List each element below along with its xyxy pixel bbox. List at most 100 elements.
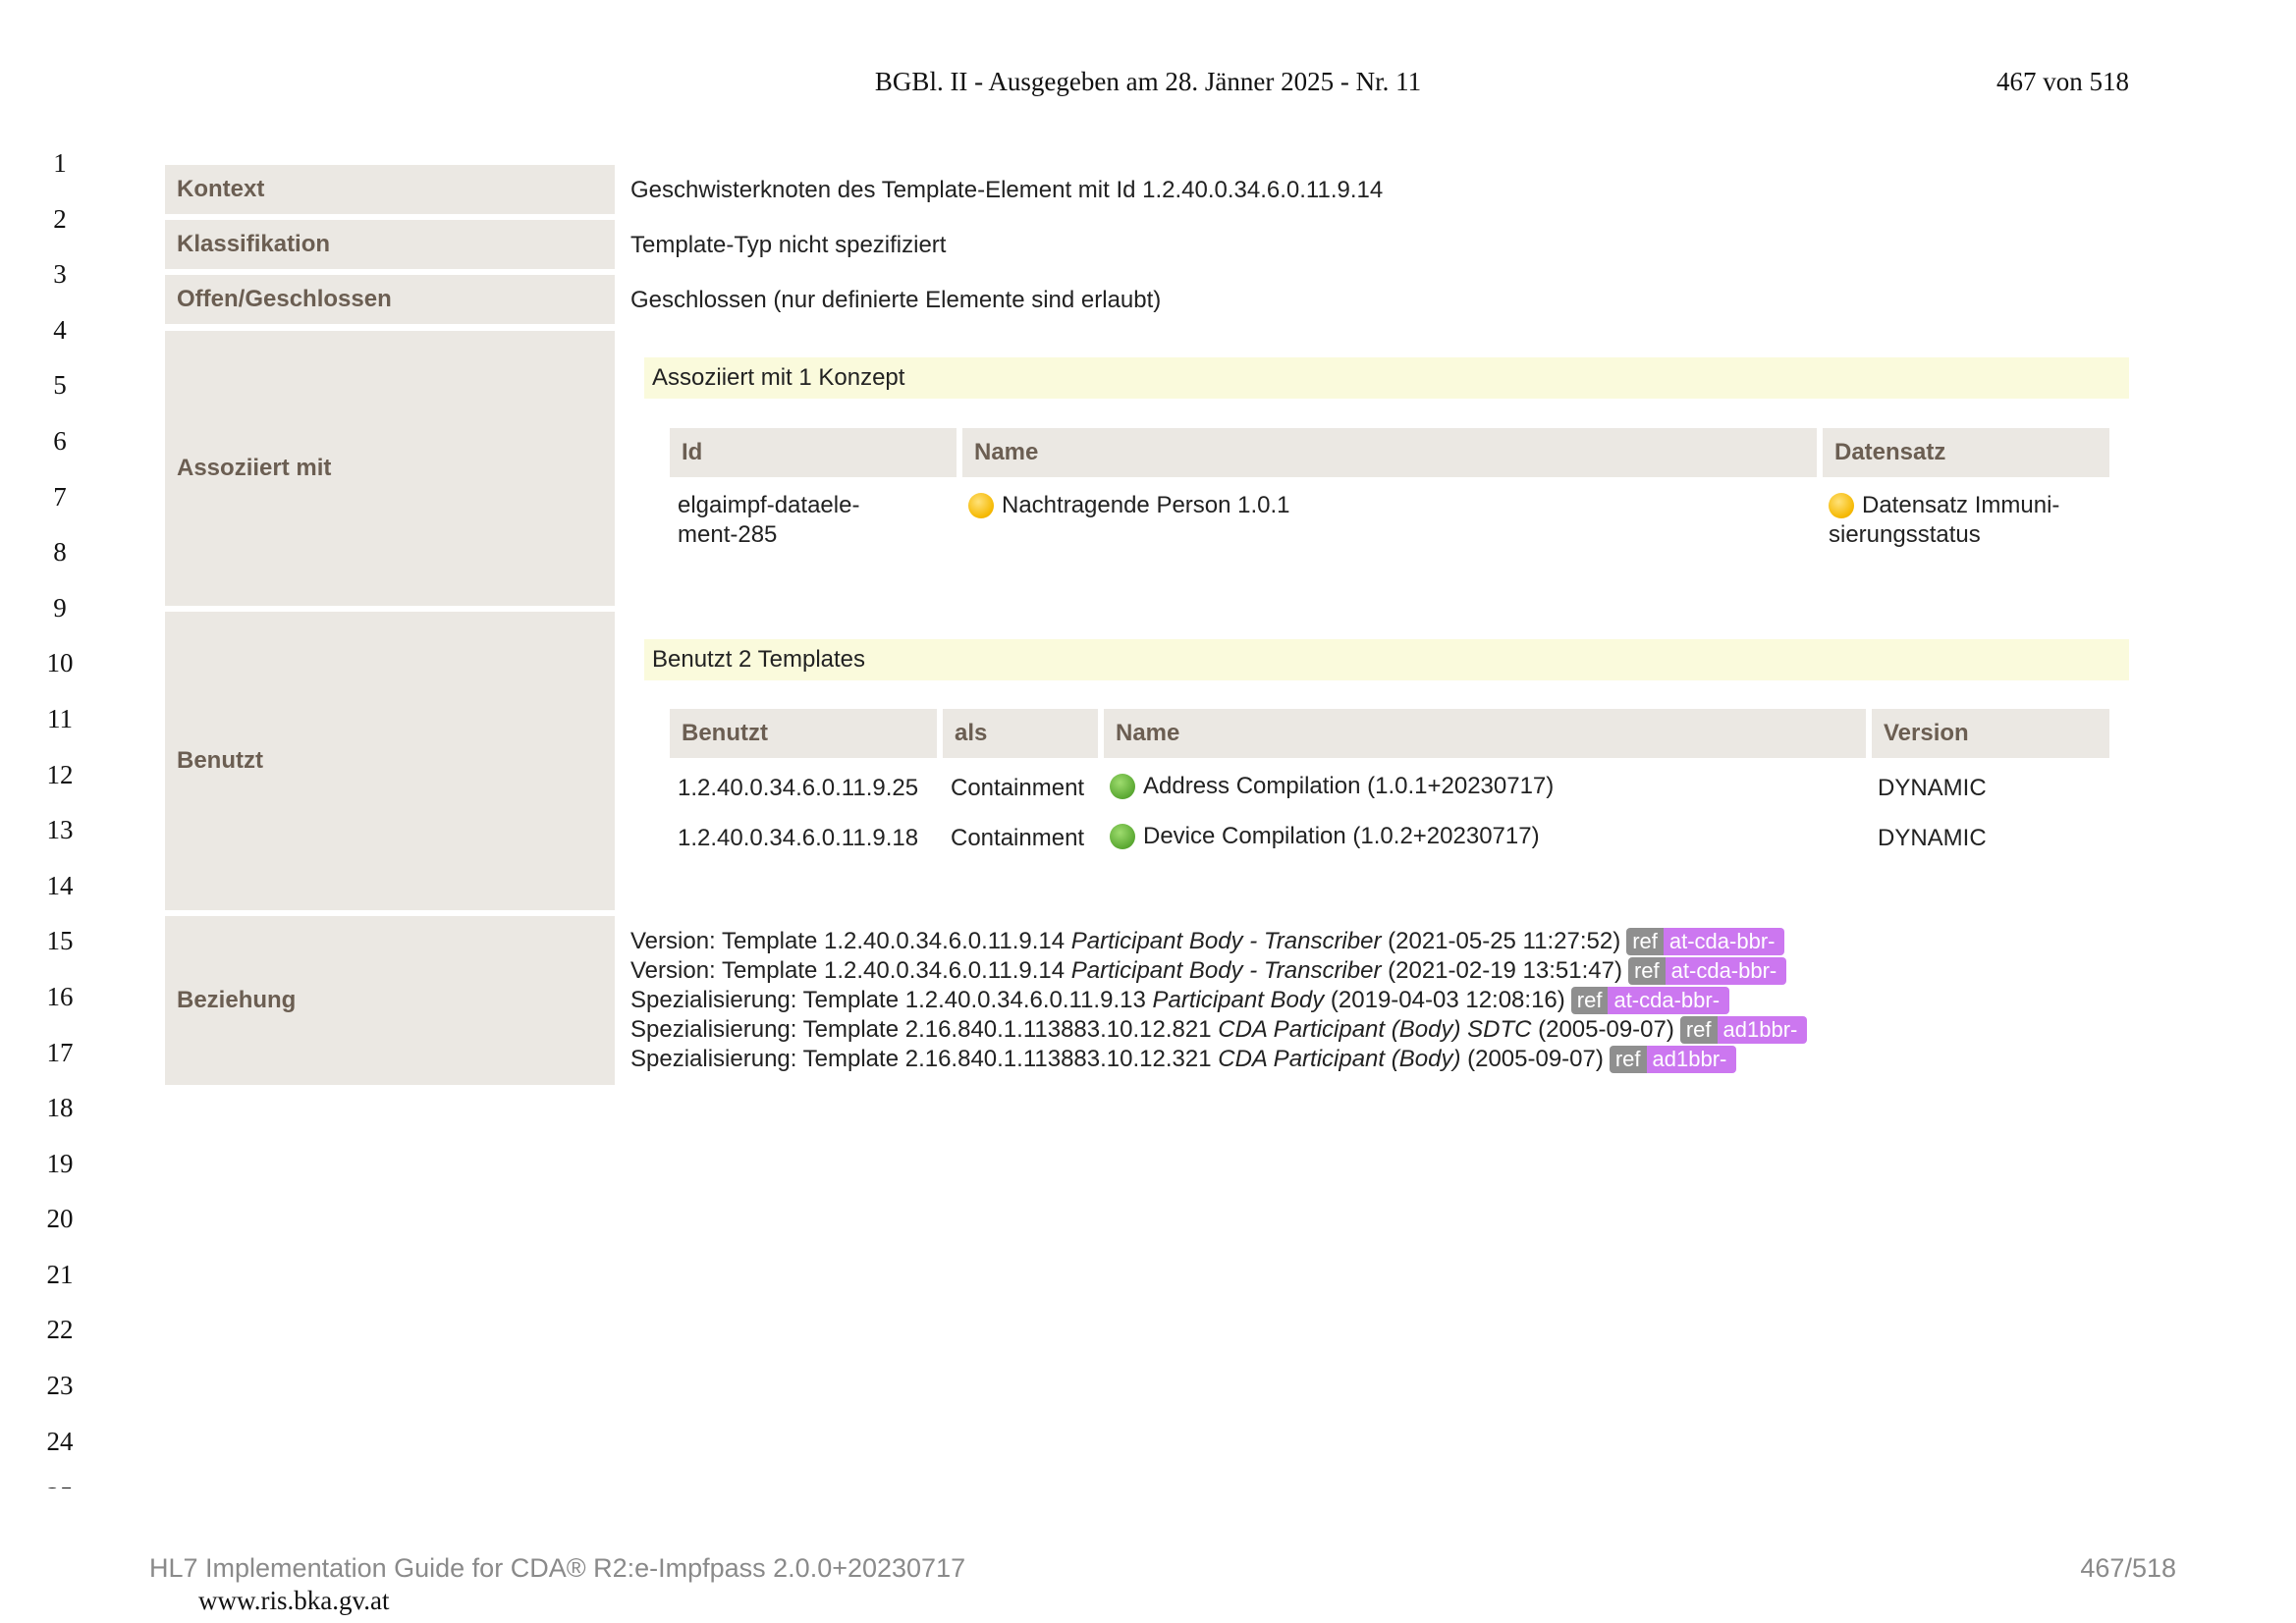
line-number: 10 xyxy=(46,648,74,678)
template-row-1-name: Address Compilation (1.0.1+20230717) xyxy=(1143,773,1555,799)
template-row-2-version: DYNAMIC xyxy=(1878,825,1987,851)
label-klassifikation: Klassifikation xyxy=(165,220,615,269)
relationship-date: (2019-04-03 12:08:16) xyxy=(1330,987,1565,1013)
line-number: 9 xyxy=(53,592,67,622)
page-header-title: BGBl. II - Ausgegeben am 28. Jänner 2025… xyxy=(874,67,1422,96)
banner-benutzt: Benutzt 2 Templates xyxy=(644,639,2129,680)
line-number: 18 xyxy=(46,1093,74,1123)
line-number: 15 xyxy=(46,926,74,956)
ref-badge[interactable]: ref xyxy=(1626,928,1664,955)
ref-badge[interactable]: ref xyxy=(1627,957,1666,985)
value-klassifikation: Template-Typ nicht spezifiziert xyxy=(630,232,947,258)
line-number: 25 xyxy=(35,1477,84,1488)
relationship-template-name: Participant Body - Transcriber xyxy=(1070,928,1382,954)
line-number: 23 xyxy=(46,1371,74,1401)
line-number: 1 xyxy=(53,148,67,178)
ref-tag[interactable]: ad1bbr- xyxy=(1646,1046,1737,1073)
line-number: 17 xyxy=(46,1037,74,1067)
relationship-date: (2005-09-07) xyxy=(1538,1016,1674,1043)
template-row-1-version: DYNAMIC xyxy=(1878,775,1987,801)
relationship-template-name: CDA Participant (Body) xyxy=(1218,1046,1461,1072)
line-number: 22 xyxy=(46,1315,74,1345)
template-row-1-id: 1.2.40.0.34.6.0.11.9.25 xyxy=(678,775,919,801)
relationship-prefix: Spezialisierung: Template 1.2.40.0.34.6.… xyxy=(630,987,1146,1013)
ref-tag[interactable]: ad1bbr- xyxy=(1717,1016,1808,1044)
relationship-prefix: Version: Template 1.2.40.0.34.6.0.11.9.1… xyxy=(630,957,1066,984)
footer-url[interactable]: www.ris.bka.gv.at xyxy=(198,1586,389,1616)
relationship-line: Spezialisierung: Template 2.16.840.1.113… xyxy=(630,1015,1808,1045)
value-offen-geschlossen: Geschlossen (nur definierte Elemente sin… xyxy=(630,287,1162,313)
line-number: 12 xyxy=(46,759,74,789)
ref-badge[interactable]: ref xyxy=(1609,1046,1647,1073)
relationship-template-name: Participant Body xyxy=(1152,987,1325,1013)
line-number: 5 xyxy=(53,370,67,401)
relationship-prefix: Spezialisierung: Template 2.16.840.1.113… xyxy=(630,1046,1212,1072)
label-offen-geschlossen: Offen/Geschlossen xyxy=(165,275,615,324)
template-row-2-id: 1.2.40.0.34.6.0.11.9.18 xyxy=(678,825,919,851)
th-name: Name xyxy=(962,428,1817,477)
relationship-date: (2021-02-19 13:51:47) xyxy=(1388,957,1622,984)
line-number: 13 xyxy=(46,815,74,845)
th-template-name: Name xyxy=(1104,709,1866,758)
line-number: 6 xyxy=(53,425,67,456)
relationship-template-name: Participant Body - Transcriber xyxy=(1070,957,1382,984)
concept-id-line2: ment-285 xyxy=(678,521,778,548)
line-number: 11 xyxy=(47,703,73,733)
relationship-line: Version: Template 1.2.40.0.34.6.0.11.9.1… xyxy=(630,956,1787,986)
value-kontext: Geschwisterknoten des Template-Element m… xyxy=(630,177,1384,203)
ref-badge[interactable]: ref xyxy=(1679,1016,1718,1044)
line-numbers: 1234567891011121314151617181920212223242… xyxy=(35,143,84,1488)
ref-tag[interactable]: at-cda-bbr- xyxy=(1665,957,1787,985)
label-assoziiert-mit: Assoziiert mit xyxy=(165,331,615,606)
line-number: 24 xyxy=(46,1426,74,1456)
relationship-line: Version: Template 1.2.40.0.34.6.0.11.9.1… xyxy=(630,927,1785,956)
label-beziehung: Beziehung xyxy=(165,916,615,1085)
ref-tag[interactable]: at-cda-bbr- xyxy=(1608,987,1730,1014)
page-header-number: 467 von 518 xyxy=(1996,67,2129,96)
line-number: 16 xyxy=(46,981,74,1011)
template-row-1-als: Containment xyxy=(951,775,1085,801)
label-benutzt: Benutzt xyxy=(165,612,615,910)
line-number: 2 xyxy=(53,203,67,234)
ref-badge[interactable]: ref xyxy=(1570,987,1609,1014)
th-id: Id xyxy=(670,428,957,477)
relationship-prefix: Spezialisierung: Template 2.16.840.1.113… xyxy=(630,1016,1212,1043)
green-status-dot-icon xyxy=(1110,824,1135,849)
line-number: 7 xyxy=(53,481,67,512)
datensatz-line2: sierungsstatus xyxy=(1829,521,1981,548)
th-benutzt: Benutzt xyxy=(670,709,937,758)
line-number: 3 xyxy=(53,259,67,290)
footer-page-number: 467/518 xyxy=(2080,1553,2176,1583)
th-datensatz: Datensatz xyxy=(1823,428,2109,477)
relationship-template-name: CDA Participant (Body) SDTC xyxy=(1218,1016,1532,1043)
yellow-status-dot-icon xyxy=(968,493,994,518)
th-version: Version xyxy=(1872,709,2109,758)
concept-name-link[interactable]: Nachtragende Person 1.0.1 xyxy=(968,491,1290,520)
th-als: als xyxy=(943,709,1098,758)
template-row-2-name-link[interactable]: Device Compilation (1.0.2+20230717) xyxy=(1110,822,1540,851)
concept-datensatz-link[interactable]: Datensatz Immuni- sierungsstatus xyxy=(1829,491,2059,550)
ref-tag[interactable]: at-cda-bbr- xyxy=(1663,928,1785,955)
relationship-line: Spezialisierung: Template 1.2.40.0.34.6.… xyxy=(630,986,1730,1015)
label-kontext: Kontext xyxy=(165,165,615,214)
line-number: 20 xyxy=(46,1204,74,1234)
line-number: 19 xyxy=(46,1148,74,1178)
banner-assoziiert: Assoziiert mit 1 Konzept xyxy=(644,357,2129,399)
relationship-line: Spezialisierung: Template 2.16.840.1.113… xyxy=(630,1045,1737,1074)
yellow-status-dot-icon xyxy=(1829,493,1854,518)
relationship-date: (2005-09-07) xyxy=(1467,1046,1604,1072)
line-number: 14 xyxy=(46,870,74,900)
template-row-2-als: Containment xyxy=(951,825,1085,851)
relationship-prefix: Version: Template 1.2.40.0.34.6.0.11.9.1… xyxy=(630,928,1066,954)
green-status-dot-icon xyxy=(1110,774,1135,799)
footer-guide-title: HL7 Implementation Guide for CDA® R2:e-I… xyxy=(149,1553,966,1583)
line-number: 21 xyxy=(46,1259,74,1289)
template-row-1-name-link[interactable]: Address Compilation (1.0.1+20230717) xyxy=(1110,772,1554,801)
concept-id-cell: elgaimpf-dataele- ment-285 xyxy=(678,491,859,550)
concept-name: Nachtragende Person 1.0.1 xyxy=(1002,492,1290,518)
line-number: 4 xyxy=(53,314,67,345)
relationship-date: (2021-05-25 11:27:52) xyxy=(1388,928,1621,954)
line-number: 8 xyxy=(53,537,67,568)
template-row-2-name: Device Compilation (1.0.2+20230717) xyxy=(1143,823,1540,849)
concept-id-line1: elgaimpf-dataele- xyxy=(678,492,860,518)
